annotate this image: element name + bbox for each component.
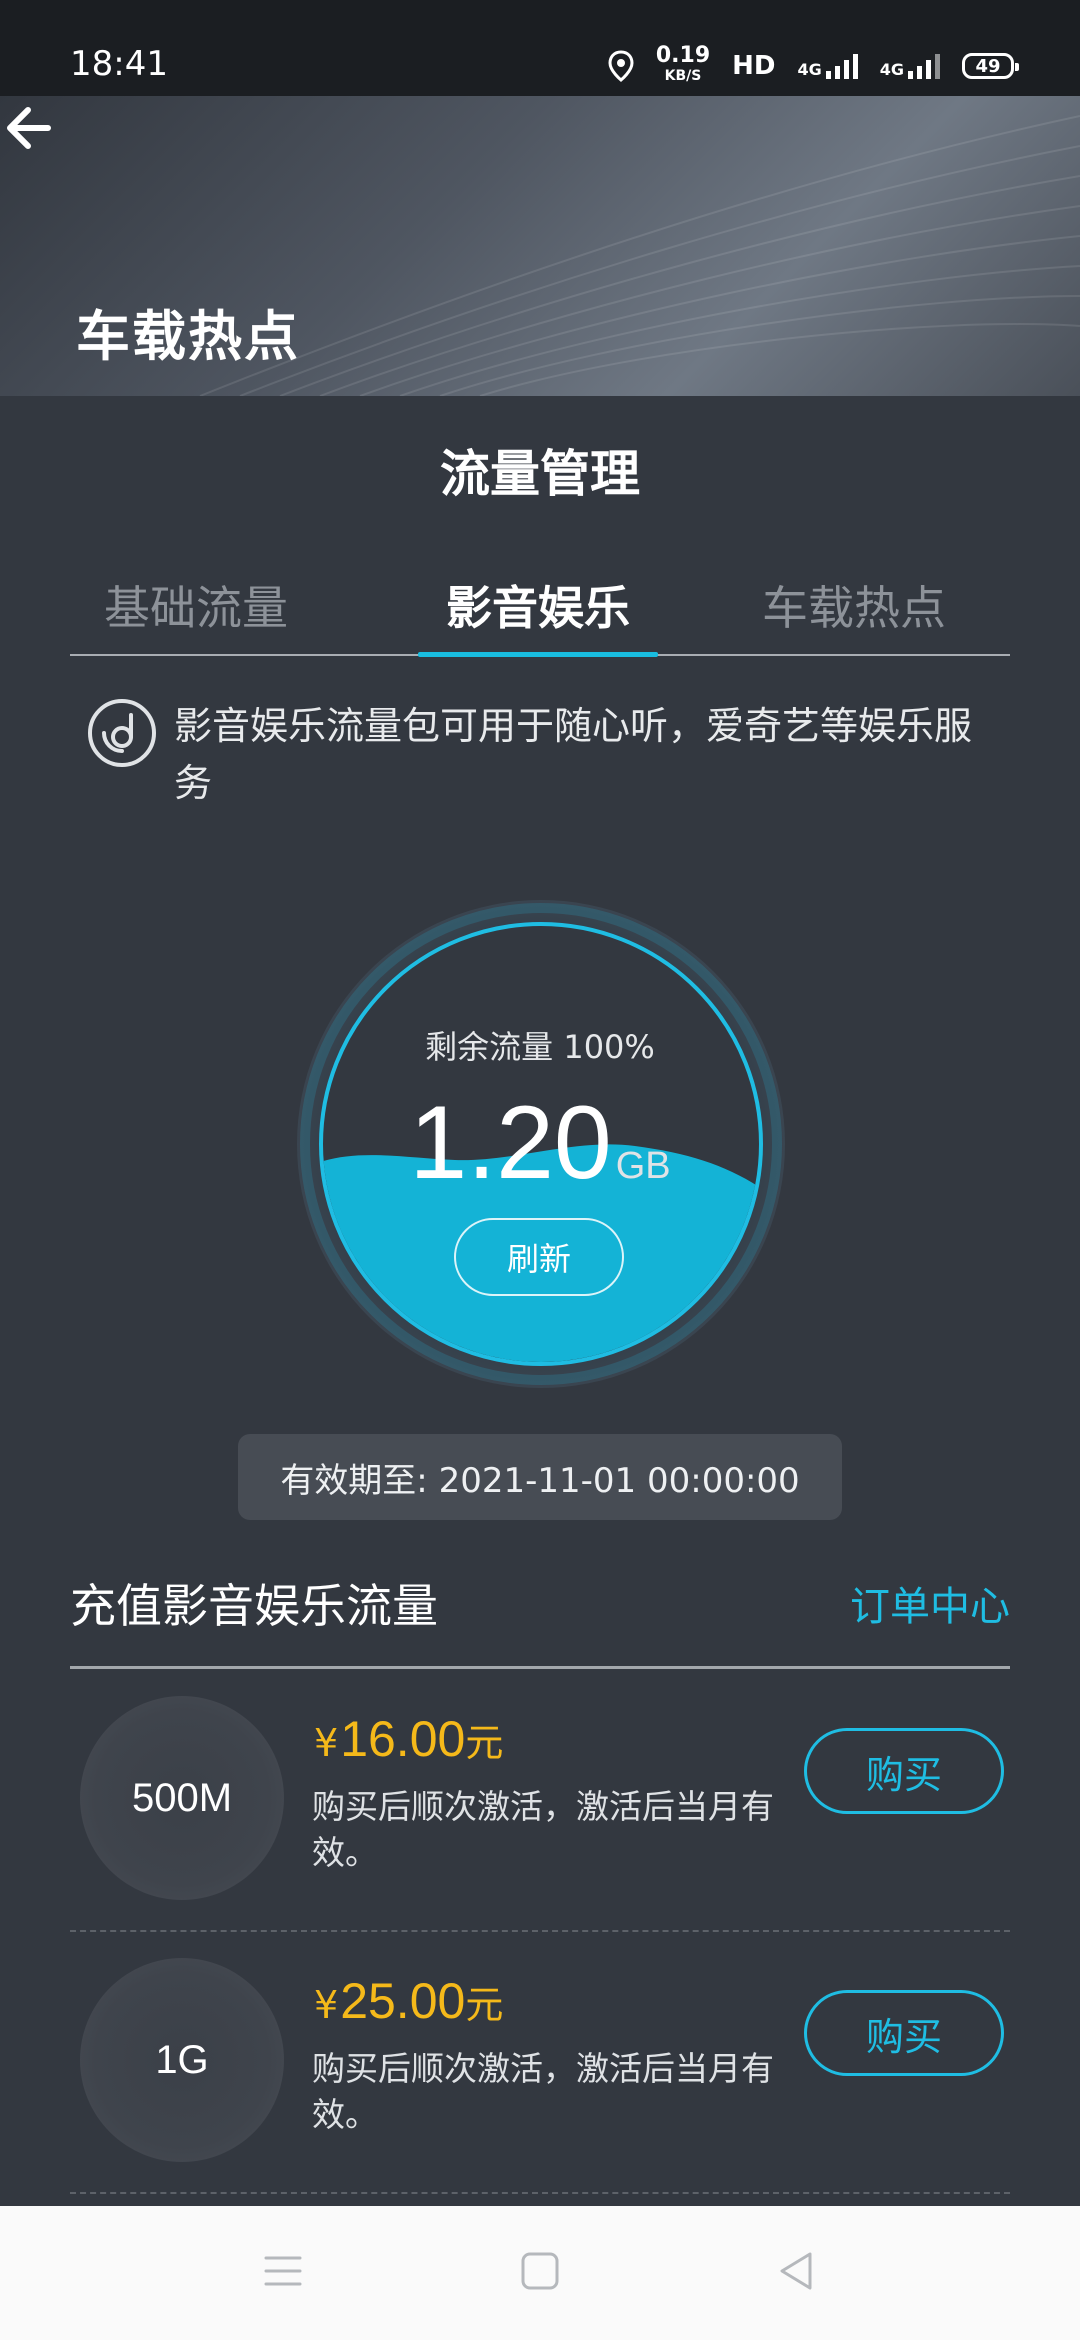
package-size: 500M [80, 1696, 284, 1900]
package-description: 购买后顺次激活，激活后当月有效。 [312, 1787, 774, 1872]
system-nav-bar [0, 2206, 1080, 2340]
package-item: 500M ¥16.00元 购买后顺次激活，激活后当月有效。 购买 [70, 1668, 1010, 1932]
battery-icon: 49 [962, 53, 1019, 79]
refresh-button[interactable]: 刷新 [454, 1218, 624, 1296]
active-tab-indicator [418, 652, 658, 657]
home-icon[interactable] [515, 2246, 565, 2296]
price-unit: 元 [465, 1983, 504, 2027]
package-price: ¥25.00元 [314, 1972, 503, 2030]
package-description: 购买后顺次激活，激活后当月有效。 [312, 2049, 774, 2134]
buy-button[interactable]: 购买 [804, 1990, 1004, 2076]
price-unit: 元 [465, 1721, 504, 1765]
battery-level: 49 [975, 55, 1001, 77]
recharge-title: 充值影音娱乐流量 [70, 1579, 438, 1633]
currency-symbol: ¥ [314, 1721, 339, 1765]
tab-bar: 基础流量 影音娱乐 车载热点 [70, 564, 1010, 657]
tab-basic-data[interactable]: 基础流量 [76, 572, 316, 638]
signal-sim2: 4G [880, 53, 940, 79]
tab-entertainment[interactable]: 影音娱乐 [418, 572, 658, 638]
currency-symbol: ¥ [314, 1983, 339, 2027]
price-amount: 25.00 [340, 1973, 466, 2029]
package-size: 1G [80, 1958, 284, 2162]
status-bar: 18:41 0.19 KB/S HD 4G 4G 49 [0, 0, 1080, 96]
network-speed: 0.19 KB/S [655, 43, 711, 86]
signal-bars-icon [908, 53, 940, 79]
remaining-data-number: 1.20 [409, 1085, 612, 1201]
sim1-network-type: 4G [797, 60, 822, 79]
remaining-data-unit: GB [615, 1145, 671, 1187]
back-arrow-icon[interactable] [0, 96, 64, 160]
speed-value: 0.19 [655, 43, 711, 68]
package-price: ¥16.00元 [314, 1710, 503, 1768]
price-amount: 16.00 [340, 1711, 466, 1767]
hd-indicator: HD [732, 51, 776, 81]
location-icon [608, 50, 634, 82]
buy-button[interactable]: 购买 [804, 1728, 1004, 1814]
section-title: 流量管理 [440, 445, 640, 503]
status-time: 18:41 [70, 44, 168, 84]
signal-bars-icon [825, 53, 858, 79]
validity-badge: 有效期至: 2021-11-01 00:00:00 [238, 1434, 842, 1520]
back-triangle-icon[interactable] [772, 2246, 822, 2296]
speed-unit: KB/S [664, 68, 702, 84]
status-icons: 0.19 KB/S HD 4G 4G 49 [608, 43, 1019, 86]
signal-sim1: 4G [797, 53, 858, 79]
sim2-network-type: 4G [879, 60, 904, 79]
page-header: 车载热点 [0, 96, 1080, 396]
menu-icon[interactable] [258, 2246, 308, 2296]
remaining-data-value: 1.20 GB [0, 1084, 1080, 1203]
tab-car-hotspot[interactable]: 车载热点 [734, 572, 974, 638]
recharge-header: 充值影音娱乐流量 订单中心 [70, 1570, 1010, 1669]
package-item: 1G ¥25.00元 购买后顺次激活，激活后当月有效。 购买 [70, 1930, 1010, 2194]
notice-text: 影音娱乐流量包可用于随心听，爱奇艺等娱乐服务 [174, 704, 973, 805]
music-disc-icon [88, 699, 156, 767]
page-title: 车载热点 [76, 305, 300, 368]
remaining-data-label: 剩余流量 100% [425, 1028, 655, 1066]
order-center-link[interactable]: 订单中心 [850, 1574, 1010, 1632]
